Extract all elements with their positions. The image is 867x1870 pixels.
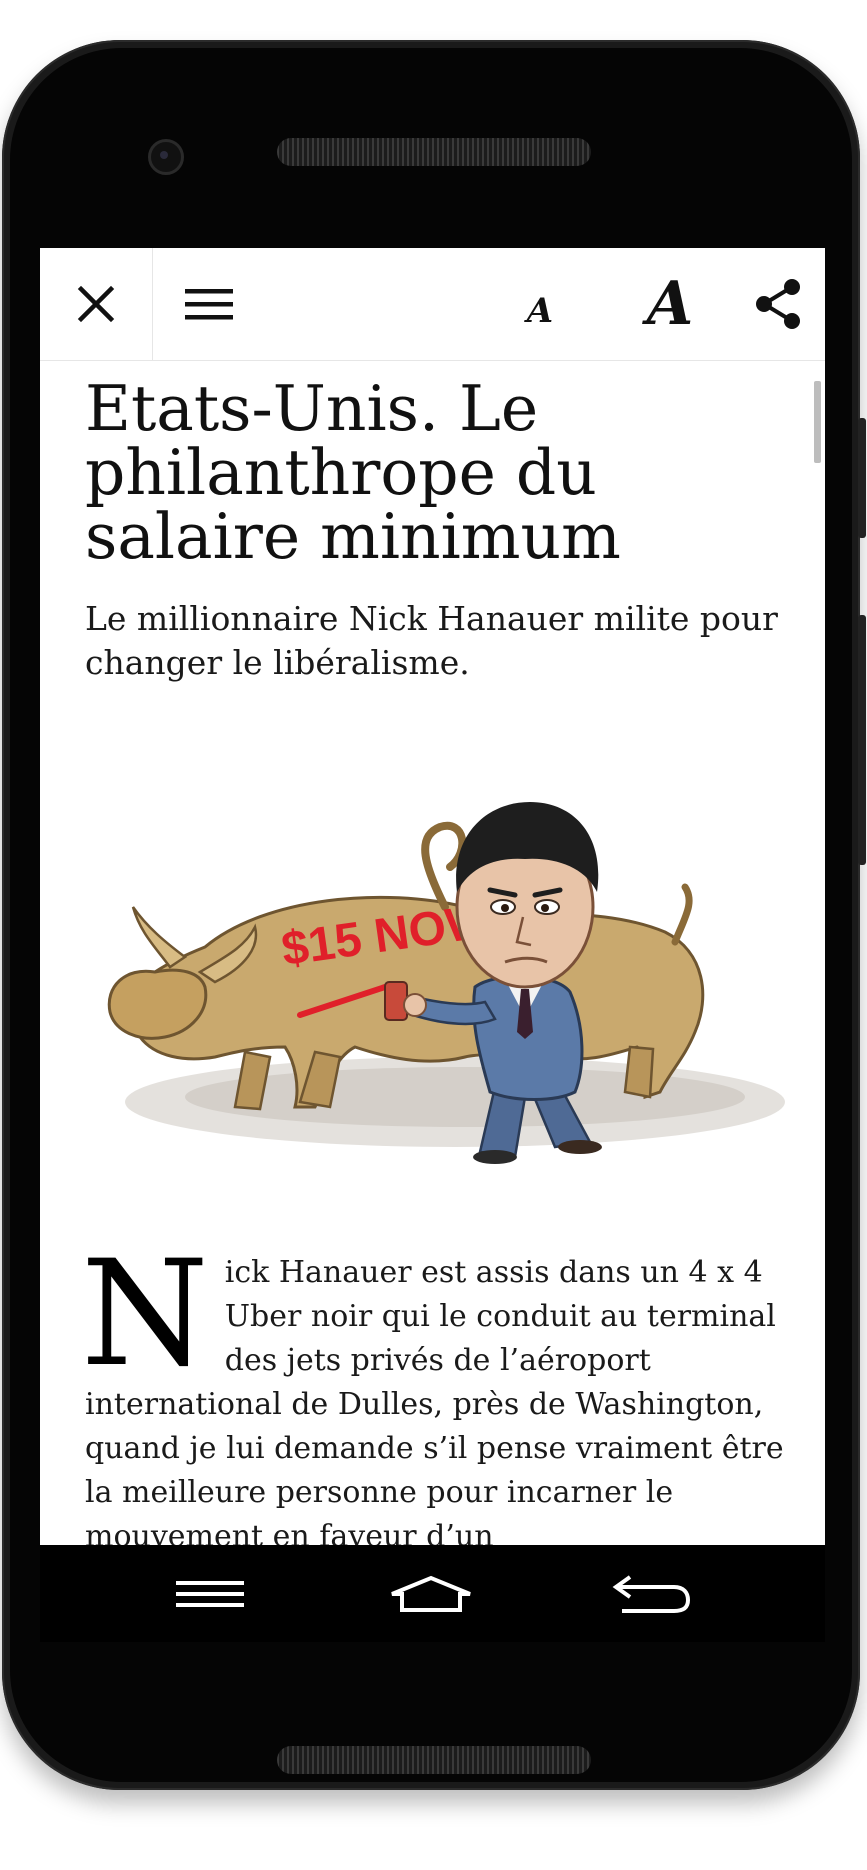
article-body: Nick Hanauer est assis dans un 4 x 4 Ube… [81,1241,785,1553]
close-button[interactable] [40,248,153,360]
scrollbar[interactable] [814,381,821,463]
stage: A A Etats-Unis. Le philanthrope du salai… [0,0,867,1870]
article-toolbar: A A [40,248,825,361]
dropcap: N [81,1229,209,1399]
article-subtitle: Le millionnaire Nick Hanauer milite pour… [85,599,778,682]
share-button[interactable] [730,248,825,360]
recent-apps-icon [176,1580,244,1607]
power-button [858,615,866,865]
back-button[interactable] [592,1545,712,1642]
menu-button[interactable] [153,248,265,360]
article-content[interactable]: Etats-Unis. Le philanthrope du salaire m… [40,361,825,1553]
decrease-font-button[interactable]: A [500,248,580,360]
font-small-label: A [526,291,554,331]
back-icon [612,1574,691,1613]
home-icon [391,1575,471,1612]
screen: A A Etats-Unis. Le philanthrope du salai… [40,248,825,1642]
font-large-label: A [646,269,694,339]
article-title: Etats-Unis. Le philanthrope du salaire m… [85,372,621,573]
system-navigation-bar [40,1545,825,1642]
increase-font-button[interactable]: A [620,248,720,360]
hamburger-menu-icon [185,289,233,320]
front-camera [148,139,184,175]
volume-button [858,418,866,538]
article-illustration: $15 NOW [107,802,785,1164]
home-button[interactable] [371,1545,491,1642]
phone-device: A A Etats-Unis. Le philanthrope du salai… [2,40,866,1790]
close-icon [77,285,115,323]
top-speaker-grille [277,138,591,166]
recent-apps-button[interactable] [150,1545,270,1642]
bottom-speaker-grille [277,1746,591,1774]
share-icon [755,279,800,329]
